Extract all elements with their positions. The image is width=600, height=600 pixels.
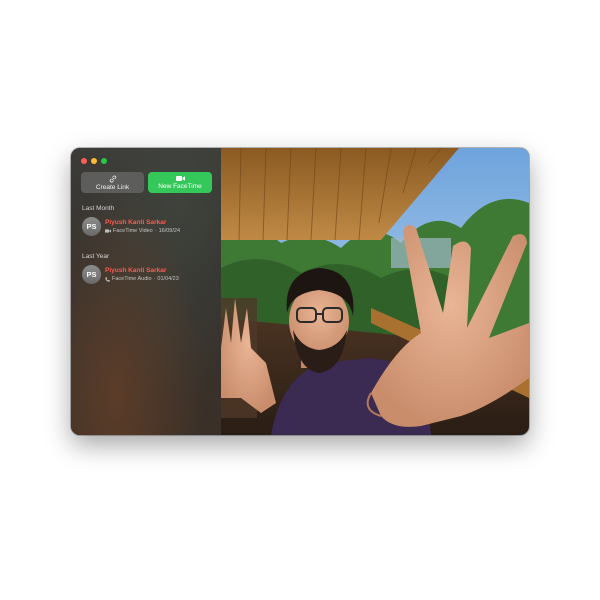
video-camera-icon xyxy=(105,229,111,233)
camera-feed-image xyxy=(221,148,529,435)
separator: · xyxy=(154,228,157,234)
minimize-window-button[interactable] xyxy=(91,158,97,164)
new-facetime-button[interactable]: New FaceTime xyxy=(148,172,212,193)
call-date: 01/04/23 xyxy=(157,276,179,282)
facetime-window: Create Link New FaceTime Last Month PS P… xyxy=(71,148,529,435)
call-type: FaceTime Audio xyxy=(112,276,152,282)
avatar: PS xyxy=(82,217,101,236)
new-facetime-label: New FaceTime xyxy=(158,183,202,190)
caller-name: Piyush Kanti Sarkar xyxy=(105,219,167,226)
call-type: FaceTime Video xyxy=(113,228,153,234)
call-detail: FaceTime Video · 16/09/24 xyxy=(105,228,180,234)
call-detail: FaceTime Audio · 01/04/23 xyxy=(105,276,179,282)
recent-call-item[interactable]: PS Piyush Kanti Sarkar FaceTime Audio · … xyxy=(82,265,212,285)
recent-call-item[interactable]: PS Piyush Kanti Sarkar FaceTime Video · … xyxy=(82,217,212,237)
separator: · xyxy=(153,276,156,282)
section-header-last-year: Last Year xyxy=(82,253,110,260)
zoom-window-button[interactable] xyxy=(101,158,107,164)
call-date: 16/09/24 xyxy=(158,228,181,234)
link-icon xyxy=(109,175,116,182)
camera-preview xyxy=(221,148,529,435)
create-link-label: Create Link xyxy=(95,183,130,191)
window-controls xyxy=(81,158,107,164)
phone-icon xyxy=(105,276,110,282)
create-link-button[interactable]: Create Link xyxy=(81,172,144,193)
avatar: PS xyxy=(82,265,101,284)
recents-sidebar: Create Link New FaceTime Last Month PS P… xyxy=(71,148,222,435)
caller-name: Piyush Kanti Sarkar xyxy=(105,267,167,274)
close-window-button[interactable] xyxy=(81,158,87,164)
video-camera-icon xyxy=(175,176,185,181)
section-header-last-month: Last Month xyxy=(82,205,115,212)
